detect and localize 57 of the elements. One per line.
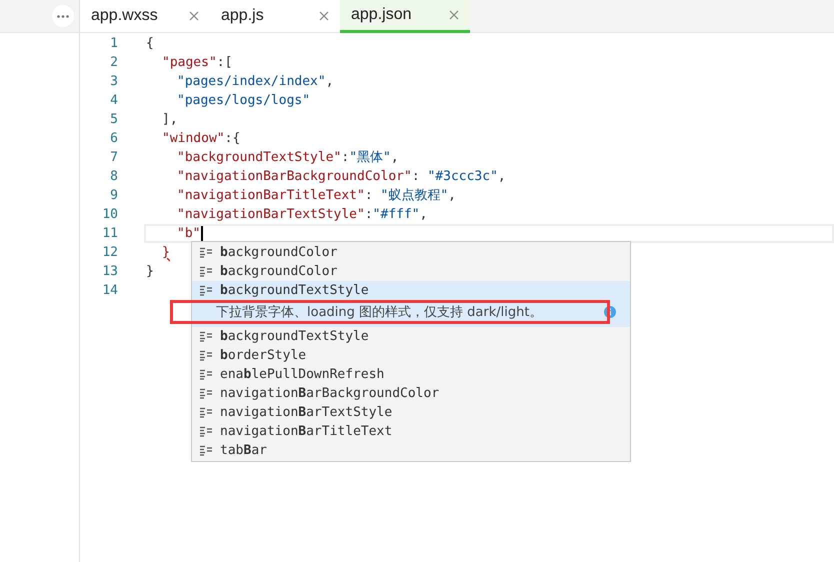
code-line: "pages/index/index", xyxy=(177,74,334,89)
line-number: 8 xyxy=(109,169,118,184)
suggestion-detail: 下拉背景字体、loading 图的样式，仅支持 dark/light。 xyxy=(216,304,542,320)
suggestion-item[interactable]: backgroundTextStyle xyxy=(192,327,630,346)
line-number: 1 xyxy=(109,36,118,51)
close-icon xyxy=(319,11,329,21)
close-icon xyxy=(449,10,459,20)
suggestion-item[interactable]: navigationBarTitleText xyxy=(192,422,630,441)
line-number: 7 xyxy=(109,150,118,165)
line-number: 14 xyxy=(101,283,118,298)
line-number: 9 xyxy=(109,188,118,203)
code-line: "window":{ xyxy=(162,131,240,146)
list-icon xyxy=(200,285,212,296)
close-icon xyxy=(189,11,199,21)
file-tab[interactable]: app.js xyxy=(210,0,340,33)
line-number: 3 xyxy=(109,74,118,89)
list-icon xyxy=(200,445,212,456)
line-number: 4 xyxy=(109,93,118,108)
code-line: } xyxy=(146,264,154,279)
suggestion-item[interactable]: navigationBarBackgroundColor xyxy=(192,384,630,403)
line-number: 12 xyxy=(101,245,118,260)
code-line: ], xyxy=(162,112,178,127)
info-icon xyxy=(604,306,616,318)
suggestion-item[interactable]: enablePullDownRefresh xyxy=(192,365,630,384)
line-number: 2 xyxy=(109,55,118,70)
code-line: { xyxy=(146,36,154,51)
suggestion-item[interactable]: backgroundColor xyxy=(192,243,630,262)
list-icon xyxy=(200,266,212,277)
suggestion-item[interactable]: navigationBarTextStyle xyxy=(192,403,630,422)
file-tab[interactable]: app.wxss xyxy=(80,0,210,33)
list-icon xyxy=(200,426,212,437)
code-line: "backgroundTextStyle":"黑体", xyxy=(177,150,399,165)
list-icon xyxy=(200,369,212,380)
line-number: 13 xyxy=(101,264,118,279)
line-number: 11 xyxy=(101,226,118,241)
code-line: } xyxy=(162,245,170,260)
suggestion-item[interactable]: tabBar xyxy=(192,441,630,460)
list-icon xyxy=(200,407,212,418)
code-line: "navigationBarTitleText": "蚁点教程", xyxy=(177,188,456,203)
code-line: "pages/logs/logs" xyxy=(177,93,310,108)
list-icon xyxy=(200,331,212,342)
text-cursor xyxy=(201,226,204,241)
list-icon xyxy=(200,247,212,258)
line-number: 10 xyxy=(101,207,118,222)
list-icon xyxy=(200,388,212,399)
line-number: 5 xyxy=(109,112,118,127)
code-line: "pages":[ xyxy=(162,55,232,70)
suggestion-item[interactable]: borderStyle xyxy=(192,346,630,365)
more-icon xyxy=(57,14,69,18)
line-number: 6 xyxy=(109,131,118,146)
file-tab[interactable]: app.json xyxy=(340,0,470,33)
code-line: "b" xyxy=(177,226,200,241)
code-line: "navigationBarTextStyle":"#fff", xyxy=(177,207,428,222)
suggestion-item[interactable]: backgroundColor xyxy=(192,262,630,281)
code-line: "navigationBarBackgroundColor": "#3ccc3c", xyxy=(177,169,506,184)
more-button[interactable] xyxy=(52,5,74,27)
list-icon xyxy=(200,350,212,361)
